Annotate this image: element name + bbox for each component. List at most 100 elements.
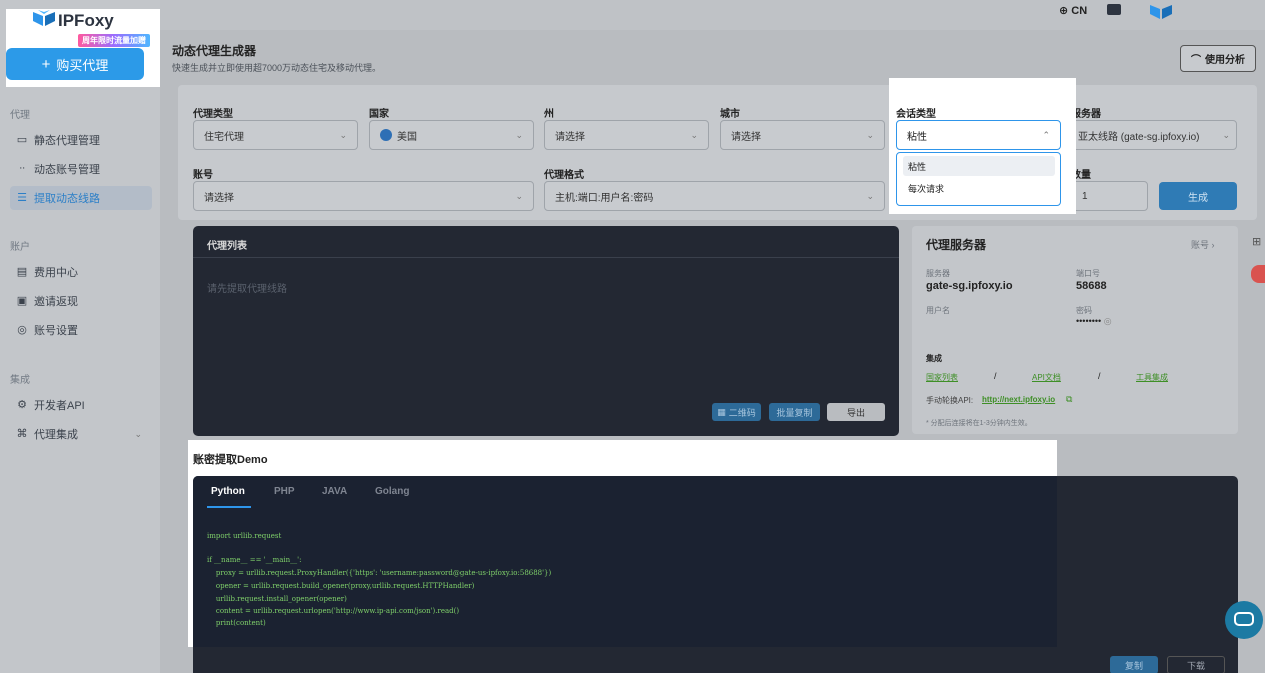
chevron-up-icon: ⌃ xyxy=(1042,129,1050,140)
tab-java[interactable]: JAVA xyxy=(322,486,347,497)
section-title-account: 账户 xyxy=(10,242,30,253)
page-subtitle: 快速生成并立即使用超7000万动态住宅及移动代理。 xyxy=(172,63,382,73)
chevron-down-icon: ⌄ xyxy=(866,190,874,201)
api-docs-link[interactable]: API文档 xyxy=(1032,372,1061,383)
country-value: 美国 xyxy=(397,131,417,143)
state-select[interactable]: 请选择 ⌄ xyxy=(544,120,709,150)
page-title: 动态代理生成器 xyxy=(172,44,257,58)
chevron-down-icon: ⌄ xyxy=(866,129,874,140)
state-label: 州 xyxy=(544,109,554,120)
proxy-list-title: 代理列表 xyxy=(207,241,247,252)
copy-icon[interactable]: ⧉ xyxy=(1066,394,1072,405)
password-value: •••••••• xyxy=(1076,316,1102,326)
server-field-value: gate-sg.ipfoxy.io xyxy=(926,280,1013,292)
session-option-per-request[interactable]: 每次请求 xyxy=(903,178,1055,198)
format-select[interactable]: 主机:端口:用户名:密码 ⌄ xyxy=(544,181,885,211)
eye-icon[interactable]: ◎ xyxy=(1104,316,1112,326)
avatar-logo-icon[interactable] xyxy=(1150,2,1172,20)
generate-button[interactable]: 生成 xyxy=(1159,182,1237,210)
country-list-link[interactable]: 国家列表 xyxy=(926,372,958,383)
state-value: 请选择 xyxy=(555,131,585,143)
separator: / xyxy=(1098,371,1101,381)
server-field-label: 服务器 xyxy=(926,269,950,278)
topbar xyxy=(160,0,1265,30)
monitor-icon: ▭ xyxy=(16,134,28,146)
proxy-type-label: 代理类型 xyxy=(193,109,233,120)
chevron-down-icon: ⌄ xyxy=(515,129,523,140)
city-select[interactable]: 请选择 ⌄ xyxy=(720,120,885,150)
sidebar-item-static-proxy[interactable]: ▭ 静态代理管理 xyxy=(10,128,152,152)
chevron-right-icon: › xyxy=(1211,240,1215,250)
export-button[interactable]: 导出 xyxy=(827,403,885,421)
plus-icon: + xyxy=(41,55,51,73)
tool-integration-link[interactable]: 工具集成 xyxy=(1136,372,1168,383)
separator: / xyxy=(994,371,997,381)
session-type-value: 粘性 xyxy=(907,131,927,143)
grid-icon[interactable]: ⊞ xyxy=(1252,235,1261,248)
divider xyxy=(193,257,899,258)
sidebar-item-label: 动态账号管理 xyxy=(34,164,100,176)
server-value: 亚太线路 (gate-sg.ipfoxy.io) xyxy=(1078,131,1200,143)
buy-proxy-label: 购买代理 xyxy=(56,57,109,73)
sidebar-item-label: 提取动态线路 xyxy=(34,193,100,205)
section-title-proxy: 代理 xyxy=(10,110,30,121)
notification-icon[interactable] xyxy=(1251,265,1265,283)
code-line: urllib.request.install_opener(opener) xyxy=(207,595,347,603)
copy-code-button[interactable]: 复制 xyxy=(1110,656,1158,673)
qr-button-label: 二维码 xyxy=(728,407,756,418)
demo-title: 账密提取Demo xyxy=(193,454,268,466)
rotation-api-link[interactable]: http://next.ipfoxy.io xyxy=(982,395,1055,404)
promo-badge[interactable]: 周年限时流量加赠 xyxy=(78,34,150,47)
sidebar-item-referral[interactable]: ▣ 邀请返现 xyxy=(10,289,152,313)
account-link[interactable]: 账号 › xyxy=(1191,238,1215,251)
batch-copy-button[interactable]: 批量复制 xyxy=(769,403,820,421)
chevron-down-icon: ⌄ xyxy=(339,129,347,140)
server-info-title: 代理服务器 xyxy=(926,238,987,252)
qr-code-button[interactable]: ▦ 二维码 xyxy=(712,403,761,421)
quantity-input[interactable]: 1 xyxy=(1071,181,1148,211)
buy-proxy-button[interactable]: + 购买代理 xyxy=(6,48,144,80)
message-icon[interactable] xyxy=(1107,4,1121,15)
sidebar-item-billing[interactable]: ▤ 费用中心 xyxy=(10,260,152,284)
code-line: proxy = urllib.request.ProxyHandler({'ht… xyxy=(207,569,552,577)
chat-support-button[interactable] xyxy=(1225,601,1263,639)
sidebar-item-label: 静态代理管理 xyxy=(34,135,100,147)
integration-title: 集成 xyxy=(926,354,942,363)
server-note: * 分配后连接将在1-3分钟内生效。 xyxy=(926,420,1032,427)
api-icon: ⚙ xyxy=(17,399,27,411)
port-field-label: 端口号 xyxy=(1076,269,1100,278)
sidebar-item-label: 开发者API xyxy=(34,400,85,412)
account-value: 请选择 xyxy=(204,192,234,204)
proxy-type-value: 住宅代理 xyxy=(204,131,244,143)
password-field-value: •••••••• ◎ xyxy=(1076,316,1112,327)
qr-icon: ▦ xyxy=(717,406,726,417)
quantity-value: 1 xyxy=(1082,190,1088,202)
proxy-type-select[interactable]: 住宅代理 ⌄ xyxy=(193,120,358,150)
logo-text: IPFoxy xyxy=(58,11,114,30)
sidebar-item-dynamic-account[interactable]: ᐧᐧ 动态账号管理 xyxy=(10,157,152,181)
sidebar-item-proxy-integration[interactable]: ⌘ 代理集成 ⌄ xyxy=(10,422,152,446)
tab-python[interactable]: Python xyxy=(211,486,245,497)
download-code-button[interactable]: 下载 xyxy=(1167,656,1225,673)
language-label: CN xyxy=(1071,5,1088,17)
sidebar-item-account-settings[interactable]: ◎ 账号设置 xyxy=(10,318,152,342)
sidebar-item-label: 邀请返现 xyxy=(34,296,78,308)
plugin-icon: ⌘ xyxy=(16,428,28,440)
sidebar-item-label: 代理集成 xyxy=(34,429,78,441)
tab-golang[interactable]: Golang xyxy=(375,486,409,497)
language-switch[interactable]: ⊕ CN xyxy=(1059,4,1087,17)
session-type-select[interactable]: 粘性 ⌃ xyxy=(896,120,1061,150)
port-field-value: 58688 xyxy=(1076,280,1107,292)
country-select[interactable]: 美国 ⌄ xyxy=(369,120,534,150)
account-link-label: 账号 xyxy=(1191,240,1210,250)
session-option-sticky[interactable]: 粘性 xyxy=(903,156,1055,176)
usage-analysis-button[interactable]: ⌒ 使用分析 xyxy=(1180,45,1256,72)
tab-underline xyxy=(207,506,251,508)
country-label: 国家 xyxy=(369,109,389,120)
server-select[interactable]: 亚太线路 (gate-sg.ipfoxy.io) ⌄ xyxy=(1071,120,1237,150)
sidebar-item-developer-api[interactable]: ⚙ 开发者API xyxy=(10,393,152,417)
sidebar-item-extract-dynamic[interactable]: ☰ 提取动态线路 xyxy=(10,186,152,210)
chevron-down-icon: ⌄ xyxy=(690,129,698,140)
account-select[interactable]: 请选择 ⌄ xyxy=(193,181,534,211)
tab-php[interactable]: PHP xyxy=(274,486,295,497)
